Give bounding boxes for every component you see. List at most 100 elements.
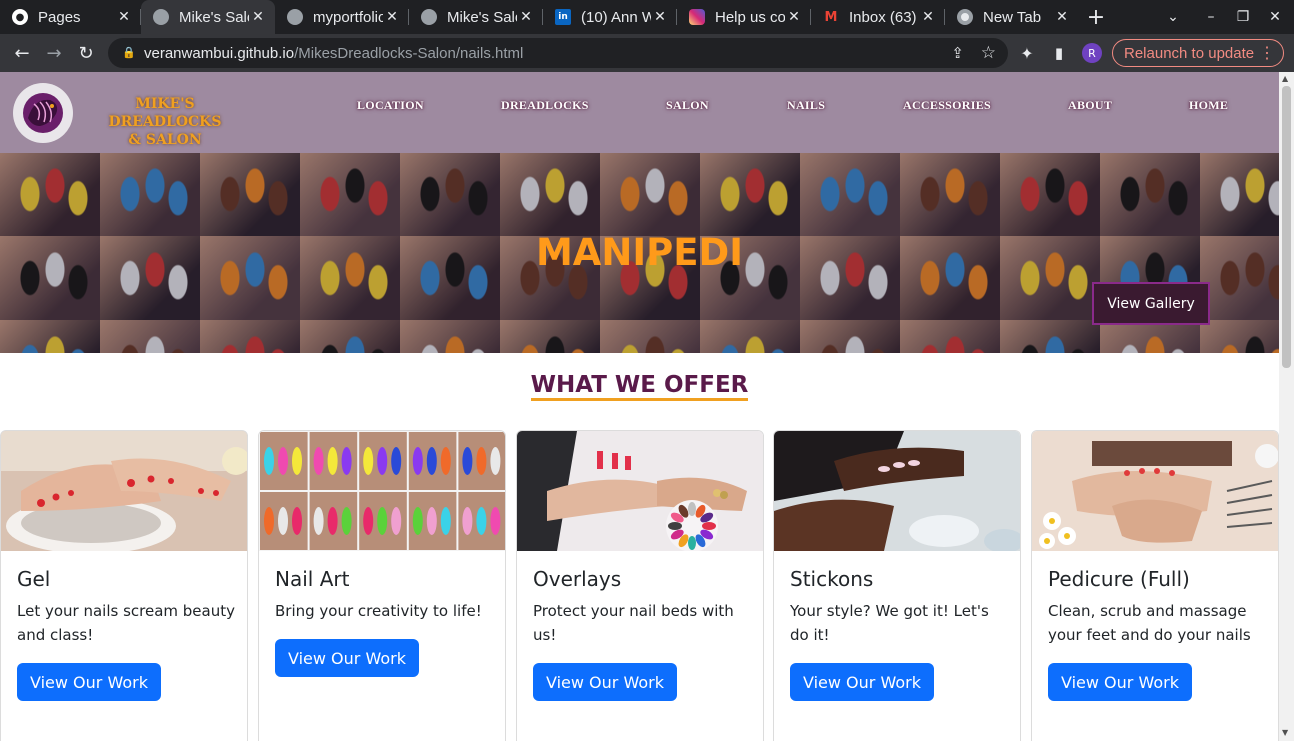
card-text: Let your nails scream beauty and class! (17, 602, 235, 644)
close-icon[interactable]: ✕ (115, 8, 133, 26)
minimize-button[interactable]: – (1196, 0, 1226, 34)
tab-search-button[interactable]: ⌄ (1158, 0, 1188, 34)
menu-dots-icon: ⋮ (1259, 45, 1275, 62)
scroll-up-arrow[interactable]: ▲ (1282, 74, 1288, 83)
service-card-nail-art: Nail Art Bring your creativity to life! … (258, 430, 506, 741)
linkedin-icon: in (555, 9, 571, 25)
url-text: veranwambui.github.io/MikesDreadlocks-Sa… (144, 45, 523, 62)
nav-salon[interactable]: SALON (666, 98, 709, 113)
maximize-button[interactable]: ❐ (1228, 0, 1258, 34)
lock-icon: 🔒 (122, 46, 136, 59)
side-panel-icon[interactable]: ▮ (1045, 39, 1073, 67)
nail-art-image (259, 431, 505, 551)
nav-dreadlocks[interactable]: DREADLOCKS (501, 98, 589, 113)
what-we-offer-title: WHAT WE OFFER (530, 372, 749, 401)
view-our-work-button[interactable]: View Our Work (790, 663, 934, 701)
nav-about[interactable]: ABOUT (1068, 98, 1112, 113)
url-host: veranwambui.github.io (144, 44, 295, 62)
card-title: Overlays (533, 567, 622, 591)
tab-title: Inbox (63) (849, 8, 917, 26)
card-title: Pedicure (Full) (1048, 567, 1190, 591)
close-icon[interactable]: ✕ (517, 8, 535, 26)
globe-icon (421, 9, 437, 25)
gel-image (1, 431, 247, 551)
view-our-work-button[interactable]: View Our Work (533, 663, 677, 701)
site-navbar: MIKE'S DREADLOCKS & SALON LOCATION DREAD… (0, 72, 1279, 153)
github-icon: ● (12, 9, 28, 25)
browser-tab[interactable]: New Tab ✕ (945, 0, 1079, 34)
tab-title: Mike's Salon (447, 8, 517, 26)
close-icon[interactable]: ✕ (919, 8, 937, 26)
close-icon[interactable]: ✕ (785, 8, 803, 26)
url-path: /MikesDreadlocks-Salon/nails.html (294, 44, 524, 62)
service-card-overlays: Overlays Protect your nail beds with us!… (516, 430, 764, 741)
browser-tab-strip: ● Pages ✕ Mike's Salon ✕ myportfolio ✕ M… (0, 0, 1294, 34)
browser-toolbar: ← → ↻ 🔒 veranwambui.github.io/MikesDread… (0, 34, 1294, 72)
extensions-icon[interactable]: ✦ (1013, 39, 1041, 67)
view-gallery-button[interactable]: View Gallery (1092, 282, 1210, 325)
browser-tab[interactable]: Mike's Salon ✕ (409, 0, 543, 34)
nav-location[interactable]: LOCATION (357, 98, 424, 113)
relaunch-button[interactable]: Relaunch to update ⋮ (1112, 39, 1284, 67)
tab-title: myportfolio (313, 8, 383, 26)
scrollbar-thumb[interactable] (1282, 86, 1291, 368)
brand-name[interactable]: MIKE'S DREADLOCKS & SALON (80, 95, 250, 149)
globe-icon (287, 9, 303, 25)
browser-tab[interactable]: in (10) Ann Wambui ✕ (543, 0, 677, 34)
profile-avatar[interactable]: R (1082, 43, 1102, 63)
scroll-down-arrow[interactable]: ▼ (1282, 728, 1288, 737)
tab-title: Help us confirm (715, 8, 785, 26)
forward-button[interactable]: → (40, 39, 68, 67)
new-tab-button[interactable]: + (1079, 0, 1113, 34)
site-logo[interactable] (13, 83, 73, 143)
page-viewport: MIKE'S DREADLOCKS & SALON LOCATION DREAD… (0, 72, 1279, 741)
service-card-stickons: Stickons Your style? We got it! Let's do… (773, 430, 1021, 741)
hero-banner: MANIPEDI View Gallery (0, 153, 1279, 353)
overlays-image (517, 431, 763, 551)
close-window-button[interactable]: ✕ (1260, 0, 1290, 34)
bookmark-star-icon[interactable]: ☆ (981, 43, 996, 63)
service-card-gel: Gel Let your nails scream beauty and cla… (0, 430, 248, 741)
page-scrollbar[interactable]: ▲ ▼ (1279, 72, 1294, 741)
tab-title: Pages (38, 8, 81, 26)
share-icon[interactable]: ⇪ (951, 44, 964, 62)
lion-logo-icon (23, 93, 63, 133)
view-our-work-button[interactable]: View Our Work (1048, 663, 1192, 701)
section-heading: WHAT WE OFFER (0, 372, 1279, 401)
tab-title: New Tab (983, 8, 1042, 26)
close-icon[interactable]: ✕ (651, 8, 669, 26)
card-title: Nail Art (275, 567, 350, 591)
view-our-work-button[interactable]: View Our Work (17, 663, 161, 701)
browser-tab[interactable]: Help us confirm ✕ (677, 0, 811, 34)
hero-title: MANIPEDI (535, 231, 744, 274)
browser-tab[interactable]: M Inbox (63) ✕ (811, 0, 945, 34)
card-text: Clean, scrub and massage your feet and d… (1048, 602, 1251, 644)
gmail-icon: M (824, 9, 838, 25)
brand-line-2: & SALON (128, 132, 202, 148)
back-button[interactable]: ← (8, 39, 36, 67)
brand-line-1: MIKE'S DREADLOCKS (108, 96, 222, 130)
instagram-icon (689, 9, 705, 25)
browser-tab-active[interactable]: Mike's Salon ✕ (141, 0, 275, 34)
nav-nails[interactable]: NAILS (787, 98, 825, 113)
card-text: Protect your nail beds with us! (533, 602, 734, 644)
close-icon[interactable]: ✕ (383, 8, 401, 26)
address-bar[interactable]: 🔒 veranwambui.github.io/MikesDreadlocks-… (108, 38, 1008, 68)
tab-title: (10) Ann Wambui (581, 8, 651, 26)
chrome-icon (957, 9, 973, 25)
browser-tab[interactable]: myportfolio ✕ (275, 0, 409, 34)
tab-title: Mike's Salon (179, 8, 249, 26)
card-text: Bring your creativity to life! (275, 602, 482, 620)
close-icon[interactable]: ✕ (1053, 8, 1071, 26)
stickons-image (774, 431, 1020, 551)
nav-accessories[interactable]: ACCESSORIES (903, 98, 991, 113)
close-icon[interactable]: ✕ (249, 8, 267, 26)
nav-home[interactable]: HOME (1189, 98, 1228, 113)
reload-button[interactable]: ↻ (72, 39, 100, 67)
pedicure-image (1032, 431, 1278, 551)
card-title: Stickons (790, 567, 874, 591)
card-text: Your style? We got it! Let's do it! (790, 602, 989, 644)
card-title: Gel (17, 567, 51, 591)
view-our-work-button[interactable]: View Our Work (275, 639, 419, 677)
browser-tab[interactable]: ● Pages ✕ (0, 0, 141, 34)
